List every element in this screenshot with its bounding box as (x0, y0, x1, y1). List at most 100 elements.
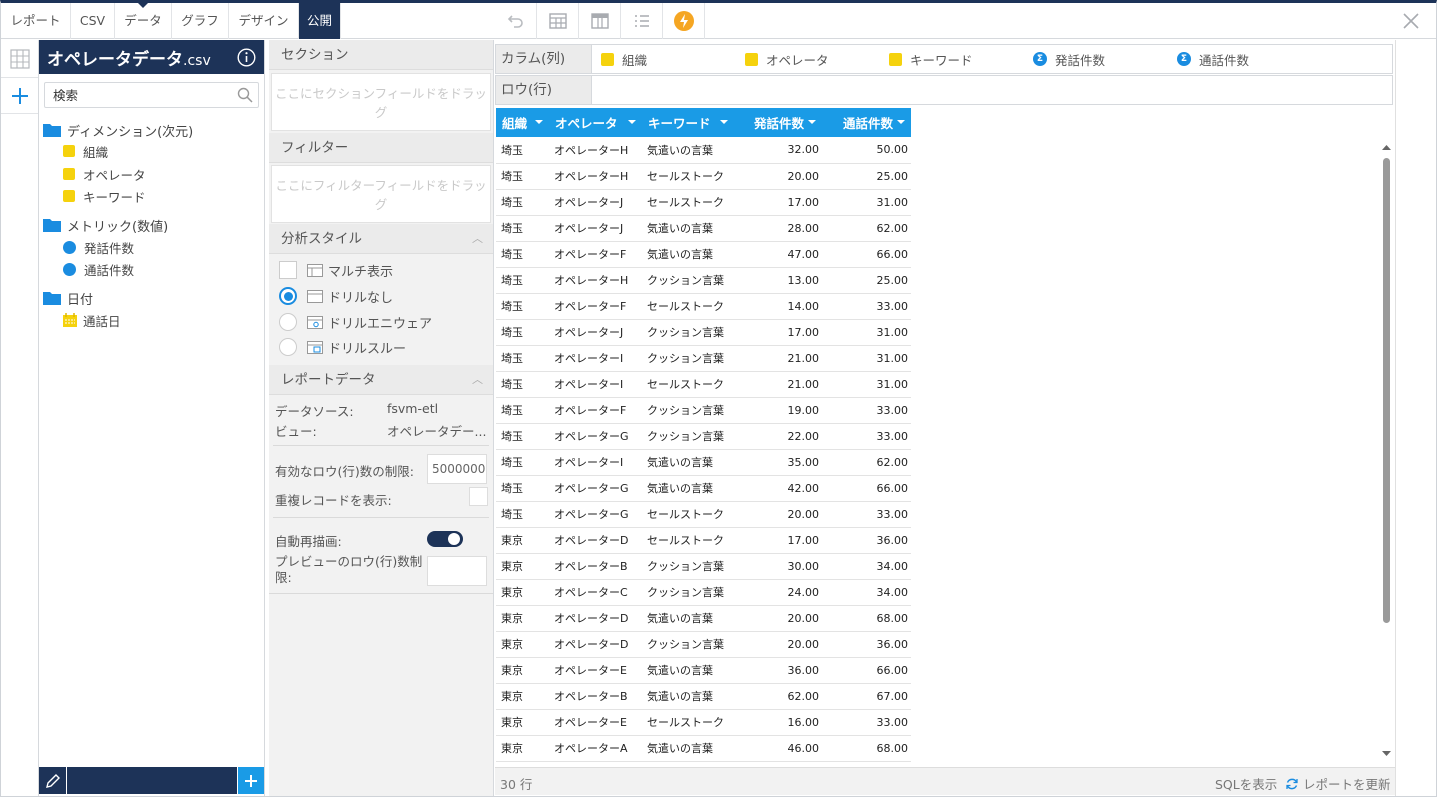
header-utterance-count[interactable]: 発話件数 (734, 108, 822, 137)
table-row[interactable]: 埼玉 オペレーターJ 気遣いの言葉 28.00 62.00 (496, 215, 911, 242)
tab-report[interactable]: レポート (1, 3, 71, 39)
header-keyword[interactable]: キーワード (642, 108, 734, 137)
dropdown-arrow-icon[interactable] (628, 120, 636, 124)
report-data-header[interactable]: レポートデータ ︿ (269, 365, 493, 395)
dropdown-arrow-icon[interactable] (720, 120, 728, 124)
no-drill-radio[interactable] (279, 287, 297, 305)
table-row[interactable]: 埼玉 オペレーターH クッション言葉 13.00 25.00 (496, 267, 911, 294)
lightning-button[interactable] (663, 3, 705, 39)
table-row[interactable]: 埼玉 オペレーターH 気遣いの言葉 32.00 50.00 (496, 137, 911, 164)
list-button[interactable] (621, 3, 663, 39)
analysis-style-header[interactable]: 分析スタイル ︿ (269, 224, 493, 254)
table-row[interactable]: 埼玉 オペレーターH セールストーク 20.00 25.00 (496, 163, 911, 190)
pivot-button[interactable] (579, 3, 621, 39)
column-pill-keyword[interactable]: キーワード (889, 45, 973, 73)
drill-through-radio[interactable] (279, 338, 297, 356)
info-icon[interactable] (237, 48, 256, 67)
column-pill-call-count[interactable]: Σ 通話件数 (1177, 45, 1249, 73)
field-utterance-count[interactable]: 発話件数 (63, 237, 134, 257)
left-strip (1, 40, 39, 796)
table-row[interactable]: 東京 オペレーターD 気遣いの言葉 20.00 68.00 (496, 605, 911, 632)
show-duplicates-checkbox[interactable] (469, 487, 488, 506)
undo-icon (507, 15, 523, 28)
header-operator[interactable]: オペレータ (549, 108, 642, 137)
folder-dimensions[interactable]: ディメンション(次元) (43, 120, 193, 140)
tab-publish[interactable]: 公開 (299, 3, 341, 39)
close-icon[interactable] (1402, 12, 1420, 30)
filter-drop-zone[interactable]: ここにフィルターフィールドをドラッグ (271, 165, 491, 223)
column-shelf[interactable]: カラム(列) 組織 オペレータ キーワード Σ 発話件数 Σ 通話件数 (495, 44, 1393, 74)
scroll-up-icon[interactable] (1382, 144, 1391, 151)
option-multi-view[interactable]: マルチ表示 (279, 259, 393, 281)
dropdown-arrow-icon[interactable] (535, 120, 543, 124)
field-organization[interactable]: 組織 (63, 141, 108, 161)
tab-design[interactable]: デザイン (229, 3, 299, 39)
table-row[interactable]: 東京 オペレーターE セールストーク 16.00 33.00 (496, 709, 911, 736)
table-row[interactable]: 東京 オペレーターC クッション言葉 24.00 34.00 (496, 579, 911, 606)
field-call-count[interactable]: 通話件数 (63, 259, 134, 279)
undo-button[interactable] (495, 3, 537, 39)
tab-chart[interactable]: グラフ (172, 3, 229, 39)
table-row[interactable]: 埼玉 オペレーターI 気遣いの言葉 35.00 62.00 (496, 449, 911, 476)
option-drill-through[interactable]: ドリルスルー (279, 336, 406, 358)
table-row[interactable]: 埼玉 オペレーターF 気遣いの言葉 47.00 66.00 (496, 241, 911, 268)
dropdown-arrow-icon[interactable] (897, 120, 905, 124)
add-field-button[interactable] (237, 767, 264, 794)
column-pill-operator[interactable]: オペレータ (745, 45, 829, 73)
table-row[interactable]: 東京 オペレーターE 気遣いの言葉 36.00 66.00 (496, 657, 911, 684)
auto-redraw-toggle[interactable] (427, 531, 463, 547)
field-keyword[interactable]: キーワード (63, 186, 146, 206)
table-row[interactable]: 埼玉 オペレーターF セールストーク 14.00 33.00 (496, 293, 911, 320)
show-sql-link[interactable]: SQLを表示 (1215, 774, 1277, 793)
table-row[interactable]: 埼玉 オペレーターG クッション言葉 22.00 33.00 (496, 423, 911, 450)
table-row[interactable]: 東京 オペレーターD クッション言葉 20.00 36.00 (496, 631, 911, 658)
table-row[interactable]: 埼玉 オペレーターJ セールストーク 17.00 31.00 (496, 189, 911, 216)
column-pill-utterance-count[interactable]: Σ 発話件数 (1033, 45, 1105, 73)
option-drill-anywhere[interactable]: ドリルエニウェア (279, 311, 432, 333)
search-input[interactable] (53, 87, 223, 104)
scrollbar-thumb[interactable] (1383, 158, 1390, 623)
table-row[interactable]: 東京 オペレーターB 気遣いの言葉 62.00 67.00 (496, 683, 911, 710)
table-row[interactable]: 埼玉 オペレーターF クッション言葉 19.00 33.00 (496, 397, 911, 424)
multi-view-checkbox[interactable] (279, 261, 297, 279)
table-row[interactable]: 埼玉 オペレーターI クッション言葉 21.00 31.00 (496, 345, 911, 372)
drill-anywhere-radio[interactable] (279, 313, 297, 331)
section-drop-zone[interactable]: ここにセクションフィールドをドラッグ (271, 73, 491, 131)
column-pill-organization[interactable]: 組織 (601, 45, 647, 73)
table-row[interactable]: 埼玉 オペレーターJ クッション言葉 17.00 31.00 (496, 319, 911, 346)
header-organization[interactable]: 組織 (496, 108, 549, 137)
chevron-up-icon[interactable]: ︿ (472, 224, 483, 254)
table-row[interactable]: 東京 オペレーターB クッション言葉 30.00 34.00 (496, 553, 911, 580)
edit-button[interactable] (39, 767, 67, 794)
add-datasource-button[interactable] (1, 78, 38, 114)
table-row[interactable]: 埼玉 オペレーターG 気遣いの言葉 42.00 66.00 (496, 475, 911, 502)
no-drill-icon (307, 289, 323, 303)
table-row[interactable]: 東京 オペレーターA 気遣いの言葉 46.00 68.00 (496, 735, 911, 762)
scroll-down-icon[interactable] (1382, 750, 1391, 757)
table-view-button[interactable] (537, 3, 579, 39)
table-row[interactable]: 東京 オペレーターD セールストーク 17.00 36.00 (496, 527, 911, 554)
chevron-up-icon[interactable]: ︿ (472, 365, 483, 395)
table-row[interactable]: 埼玉 オペレーターG セールストーク 20.00 33.00 (496, 501, 911, 528)
refresh-report-link[interactable]: レポートを更新 (1285, 774, 1391, 793)
option-no-drill[interactable]: ドリルなし (279, 285, 393, 307)
tab-csv[interactable]: CSV (71, 3, 115, 39)
folder-date[interactable]: 日付 (43, 288, 93, 308)
tab-data[interactable]: データ (115, 3, 172, 39)
grid-toggle[interactable] (1, 40, 38, 78)
folder-metrics[interactable]: メトリック(数値) (43, 215, 168, 235)
table-cell: 33.00 (822, 293, 911, 320)
dropdown-arrow-icon[interactable] (808, 120, 816, 124)
search-icon[interactable] (237, 87, 253, 103)
row-limit-input[interactable]: 5000000 (427, 454, 487, 484)
table-cell: オペレーターB (549, 683, 642, 710)
vertical-scrollbar[interactable] (1381, 144, 1391, 759)
row-shelf[interactable]: ロウ(行) (495, 75, 1393, 105)
preview-limit-input[interactable] (427, 556, 487, 586)
field-call-date[interactable]: 通話日 (63, 310, 121, 330)
table-row[interactable]: 埼玉 オペレーターI セールストーク 21.00 31.00 (496, 371, 911, 398)
field-operator[interactable]: オペレータ (63, 164, 146, 184)
table-cell: オペレーターF (549, 397, 642, 424)
filter-header: フィルター (269, 133, 493, 163)
header-call-count[interactable]: 通話件数 (822, 108, 911, 137)
